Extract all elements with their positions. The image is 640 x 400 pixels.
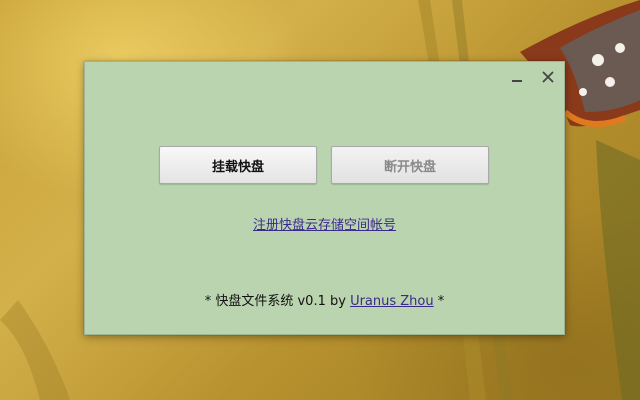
kuaipan-fs-window: 挂载快盘 断开快盘 注册快盘云存储空间帐号 * 快盘文件系统 v0.1 by U… <box>84 61 565 335</box>
footer-credit: * 快盘文件系统 v0.1 by Uranus Zhou * <box>85 290 564 309</box>
minimize-button[interactable] <box>508 68 526 86</box>
footer-prefix: * 快盘文件系统 v0.1 by <box>204 294 351 309</box>
register-link-row: 注册快盘云存储空间帐号 <box>85 214 564 233</box>
register-account-link[interactable]: 注册快盘云存储空间帐号 <box>253 218 396 233</box>
mount-kuaipan-button[interactable]: 挂载快盘 <box>159 146 317 184</box>
desktop: 挂载快盘 断开快盘 注册快盘云存储空间帐号 * 快盘文件系统 v0.1 by U… <box>0 0 640 400</box>
minimize-icon <box>512 80 522 82</box>
author-link[interactable]: Uranus Zhou <box>350 294 434 309</box>
disconnect-kuaipan-button[interactable]: 断开快盘 <box>331 146 489 184</box>
close-button[interactable] <box>539 68 557 86</box>
close-icon <box>542 71 554 83</box>
footer-suffix: * <box>433 294 445 309</box>
